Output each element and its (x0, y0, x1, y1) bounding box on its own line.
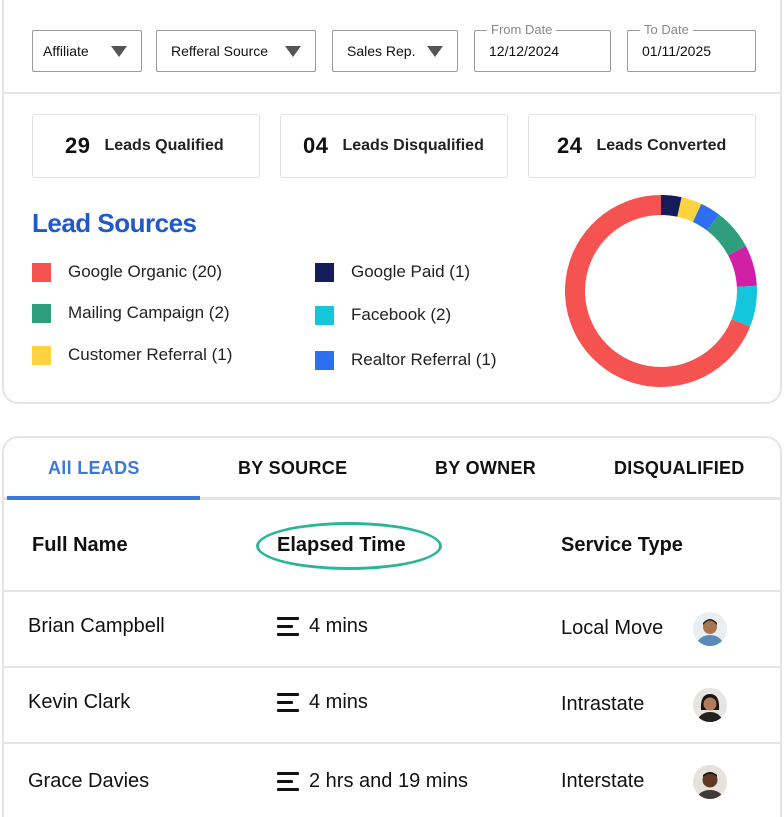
legend-label: Realtor Referral (1) (351, 350, 497, 369)
avatar[interactable] (693, 612, 727, 646)
stat-number: 29 (65, 133, 91, 158)
cell-full-name: Brian Campbell (28, 615, 165, 637)
leads-tabs: All LEADS BY SOURCE BY OWNER DISQUALIFIE… (4, 438, 780, 500)
column-header-elapsed-time[interactable]: Elapsed Time (277, 534, 406, 557)
affiliate-select-label: Affiliate (43, 43, 89, 59)
avatar-photo (693, 765, 727, 799)
lead-sources-donut-chart (565, 195, 757, 387)
legend-item-facebook: Facebook (2) (315, 305, 451, 325)
filter-bar: Affiliate Refferal Source Sales Rep. Fro… (4, 0, 780, 94)
cell-full-name: Grace Davies (28, 770, 150, 792)
legend-label: Google Paid (1) (351, 262, 471, 281)
column-header-service-type[interactable]: Service Type (561, 534, 683, 557)
avatar[interactable] (693, 688, 727, 722)
avatar-photo (693, 612, 727, 646)
legend-swatch (32, 262, 51, 282)
menu-lines-icon (277, 772, 299, 792)
legend-label: Customer Referral (1) (68, 345, 233, 364)
legend-label: Google Organic (20) (68, 262, 223, 281)
stat-leads-converted: 24 Leads Converted (528, 114, 756, 178)
stat-label: Leads Converted (596, 137, 727, 154)
chevron-down-icon (285, 46, 301, 57)
cell-service-type: Intrastate (561, 693, 645, 715)
legend-item-google-organic: Google Organic (20) (32, 262, 222, 282)
to-date-field[interactable]: To Date 01/11/2025 (627, 22, 756, 72)
cell-service-type: Interstate (561, 770, 645, 792)
menu-lines-icon (277, 617, 299, 637)
dashboard-summary-card: Affiliate Refferal Source Sales Rep. Fro… (2, 0, 782, 404)
legend-item-realtor-referral: Realtor Referral (1) (315, 350, 497, 370)
from-date-value: 12/12/2024 (489, 43, 560, 59)
tab-all-leads[interactable]: All LEADS (48, 458, 140, 479)
legend-item-customer-referral: Customer Referral (1) (32, 345, 232, 365)
legend-swatch (32, 345, 51, 365)
stat-leads-qualified: 29 Leads Qualified (32, 114, 260, 178)
cell-full-name: Kevin Clark (28, 691, 131, 713)
avatar-photo (693, 688, 727, 722)
active-tab-indicator (7, 496, 200, 500)
legend-swatch (32, 303, 51, 323)
cell-elapsed-time: 2 hrs and 19 mins (309, 770, 468, 792)
leads-table-card: All LEADS BY SOURCE BY OWNER DISQUALIFIE… (2, 436, 782, 817)
stat-number: 04 (303, 133, 329, 158)
donut-slice[interactable] (731, 285, 757, 327)
tab-by-owner[interactable]: BY OWNER (435, 458, 536, 479)
referral-source-select-label: Refferal Source (171, 43, 269, 59)
column-header-full-name[interactable]: Full Name (32, 534, 128, 557)
lead-sources-title: Lead Sources (32, 208, 197, 238)
stat-label: Leads Qualified (104, 137, 224, 154)
legend-swatch (315, 305, 334, 325)
sales-rep-select[interactable]: Sales Rep. (332, 30, 458, 72)
avatar[interactable] (693, 765, 727, 799)
row-divider (4, 590, 780, 592)
sales-rep-select-label: Sales Rep. (347, 43, 416, 59)
stat-label: Leads Disqualified (342, 137, 484, 154)
chevron-down-icon (111, 46, 127, 57)
cell-service-type: Local Move (561, 617, 664, 639)
from-date-field[interactable]: From Date 12/12/2024 (474, 22, 611, 72)
from-date-label: From Date (487, 22, 557, 37)
legend-item-mailing-campaign: Mailing Campaign (2) (32, 303, 230, 323)
cell-elapsed-time: 4 mins (309, 615, 368, 637)
cell-elapsed-time: 4 mins (309, 691, 368, 713)
stat-number: 24 (557, 133, 583, 158)
chevron-down-icon (427, 46, 443, 57)
legend-swatch (315, 350, 334, 370)
legend-item-google-paid: Google Paid (1) (315, 262, 470, 282)
legend-swatch (315, 262, 334, 282)
to-date-label: To Date (640, 22, 693, 37)
to-date-value: 01/11/2025 (642, 43, 712, 59)
referral-source-select[interactable]: Refferal Source (156, 30, 316, 72)
stat-leads-disqualified: 04 Leads Disqualified (280, 114, 508, 178)
legend-label: Facebook (2) (351, 305, 452, 324)
menu-lines-icon (277, 693, 299, 713)
legend-label: Mailing Campaign (2) (68, 303, 230, 322)
row-divider (4, 742, 780, 744)
affiliate-select[interactable]: Affiliate (32, 30, 142, 72)
tab-disqualified[interactable]: DISQUALIFIED (614, 458, 745, 479)
tab-by-source[interactable]: BY SOURCE (238, 458, 347, 479)
row-divider (4, 666, 780, 668)
